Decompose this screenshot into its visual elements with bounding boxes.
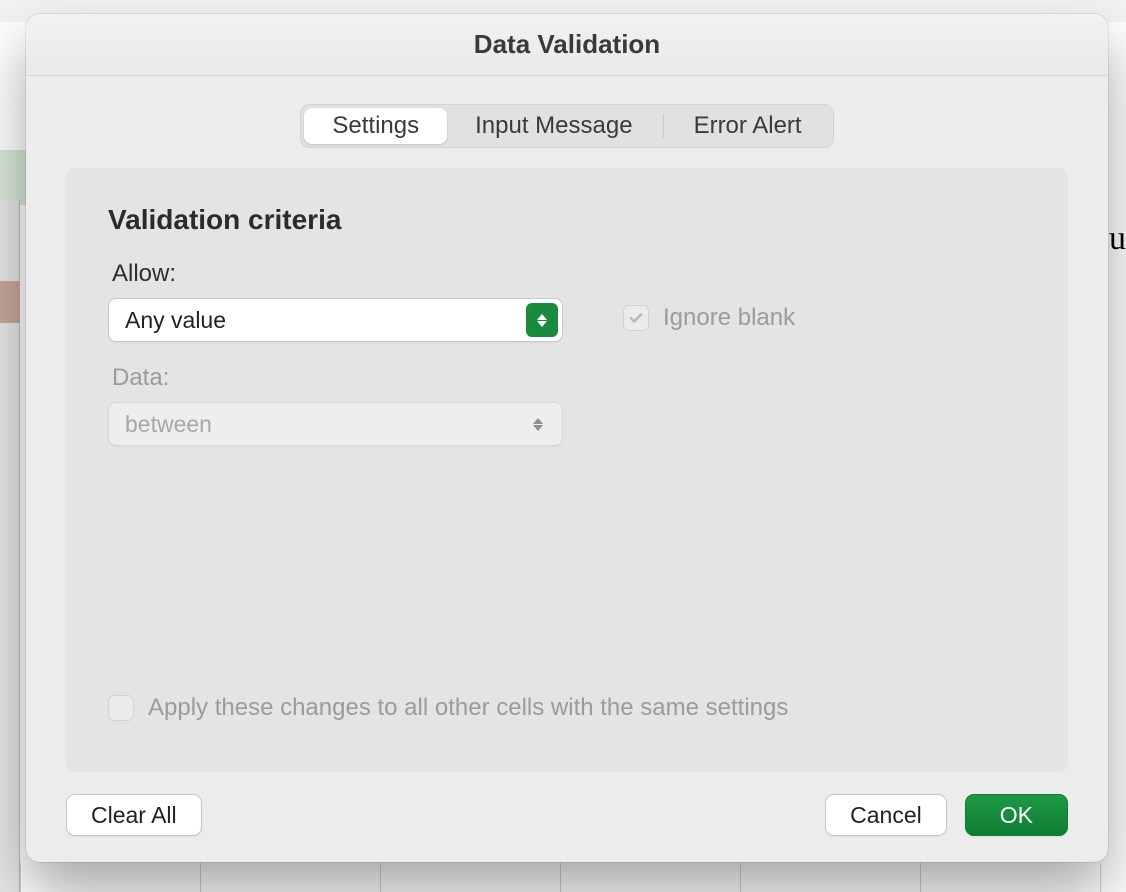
chevron-down-icon [537,321,547,327]
data-value: between [125,411,212,438]
tab-input-message[interactable]: Input Message [447,108,660,144]
allow-select[interactable]: Any value [108,298,563,342]
data-label: Data: [112,364,563,392]
select-stepper-icon [522,407,554,441]
apply-all-row: Apply these changes to all other cells w… [108,694,1026,722]
ignore-blank-row: Ignore blank [623,304,795,332]
cancel-button[interactable]: Cancel [825,794,947,836]
tab-label: Input Message [475,112,632,140]
criteria-row: Allow: Any value Data: between [108,260,1026,446]
data-validation-dialog: Data Validation Settings Input Message E… [26,14,1108,862]
tabs-container: Settings Input Message Error Alert [26,76,1108,148]
chevron-up-icon [537,314,547,320]
apply-all-checkbox [108,695,134,721]
dialog-titlebar: Data Validation [26,14,1108,76]
check-icon [628,310,644,326]
tab-error-alert[interactable]: Error Alert [666,108,830,144]
allow-value: Any value [125,307,226,334]
row-header-selected [0,281,20,323]
tab-label: Error Alert [694,112,802,140]
allow-field: Allow: Any value Data: between [108,260,563,446]
apply-all-label: Apply these changes to all other cells w… [148,694,788,722]
tab-bar: Settings Input Message Error Alert [300,104,833,148]
tab-label: Settings [332,112,419,140]
settings-panel: Validation criteria Allow: Any value Dat… [66,168,1068,772]
sheet-gridlines [20,863,1126,892]
clear-all-button[interactable]: Clear All [66,794,202,836]
dialog-title: Data Validation [474,29,660,60]
dialog-footer: Clear All Cancel OK [26,772,1108,862]
tab-separator [663,114,664,138]
section-title: Validation criteria [108,204,1026,236]
select-stepper-icon [526,303,558,337]
ok-button[interactable]: OK [965,794,1068,836]
cropped-text-right: u [1109,220,1126,258]
chevron-down-icon [533,425,543,431]
ignore-blank-checkbox [623,305,649,331]
data-select: between [108,402,563,446]
ignore-blank-label: Ignore blank [663,304,795,332]
tab-settings[interactable]: Settings [304,108,447,144]
chevron-up-icon [533,418,543,424]
allow-label: Allow: [112,260,563,288]
